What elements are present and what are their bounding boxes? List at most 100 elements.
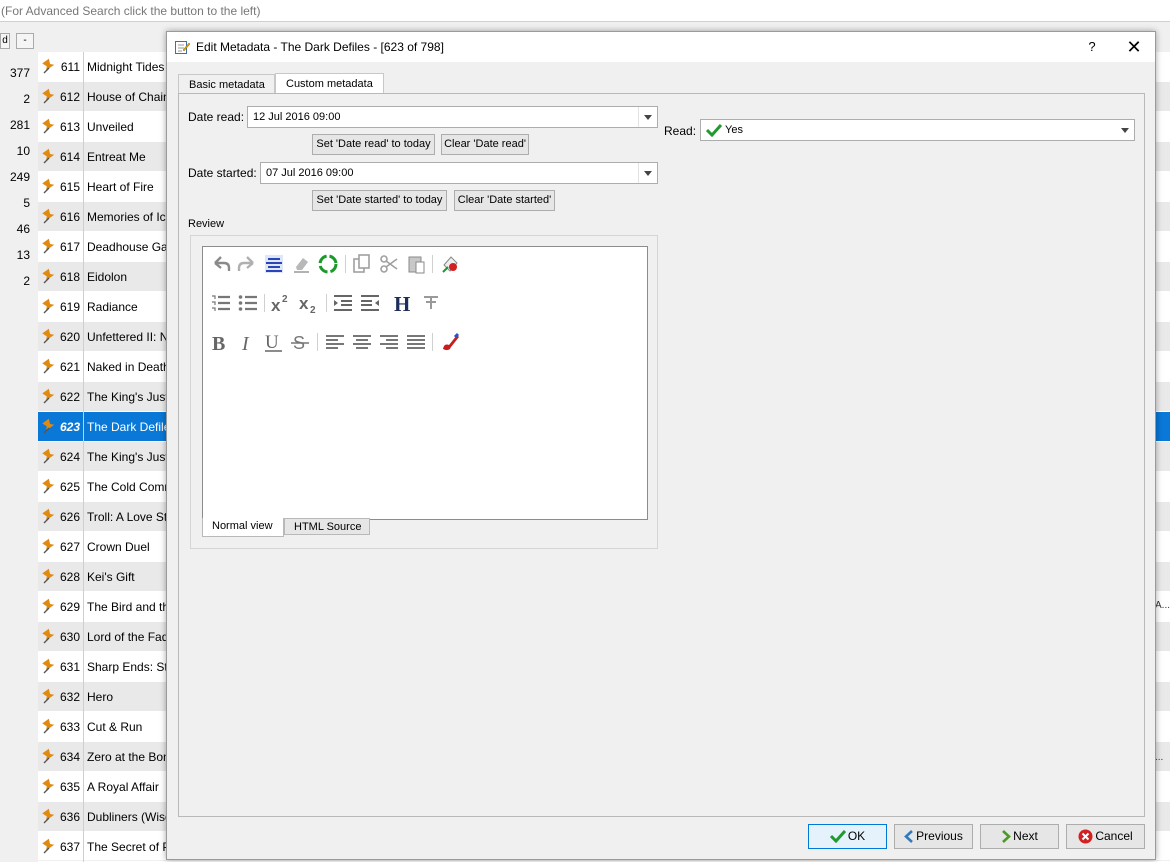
clear-formatting-icon[interactable] <box>439 253 461 275</box>
advanced-search-button[interactable]: d <box>0 33 10 49</box>
chevron-down-icon[interactable] <box>1116 120 1134 140</box>
numbered-list-icon[interactable] <box>210 292 232 314</box>
book-title: Unveiled <box>87 120 134 134</box>
undo-icon[interactable] <box>210 253 232 275</box>
column-divider <box>83 412 84 442</box>
column-divider <box>83 172 84 202</box>
svg-text:H: H <box>394 292 410 314</box>
cancel-label: Cancel <box>1095 829 1133 843</box>
book-title: Dubliners (Wisehouse <box>87 810 167 824</box>
ok-label: OK <box>847 829 866 843</box>
chevron-down-icon[interactable] <box>638 163 657 183</box>
next-label: Next <box>1013 829 1038 843</box>
row-number: 635 <box>59 780 80 794</box>
row-number: 629 <box>59 600 80 614</box>
tab-custom-metadata[interactable]: Custom metadata <box>275 73 384 95</box>
paragraph-style-icon[interactable] <box>420 292 442 314</box>
clear-date-started-button[interactable]: Clear 'Date started' <box>454 190 555 211</box>
clear-date-read-button[interactable]: Clear 'Date read' <box>441 134 529 155</box>
column-divider <box>83 832 84 862</box>
redo-icon[interactable] <box>236 253 258 275</box>
tab-basic-metadata[interactable]: Basic metadata <box>178 74 275 94</box>
dialog-title: Edit Metadata - The Dark Defiles - [623 … <box>196 40 444 54</box>
underline-icon[interactable]: U <box>263 331 285 353</box>
count-value: 249 <box>9 170 30 184</box>
search-input[interactable]: (For Advanced Search click the button to… <box>0 0 1170 22</box>
column-divider <box>83 712 84 742</box>
tab-normal-view[interactable]: Normal view <box>202 518 284 537</box>
book-title: Naked in Death <box>87 360 167 374</box>
row-number: 632 <box>59 690 80 704</box>
toolbar-separator <box>326 294 327 312</box>
strikethrough-icon[interactable]: S <box>290 331 312 353</box>
date-read-field[interactable]: 12 Jul 2016 09:00 <box>247 106 658 128</box>
tab-html-source[interactable]: HTML Source <box>284 518 370 535</box>
svg-text:x: x <box>299 294 309 313</box>
book-title: Radiance <box>87 300 138 314</box>
eraser-icon[interactable] <box>290 253 312 275</box>
read-field[interactable]: Yes <box>700 119 1135 141</box>
dialog-titlebar: Edit Metadata - The Dark Defiles - [623 … <box>167 32 1155 62</box>
justify-icon[interactable] <box>405 331 427 353</box>
book-title: Entreat Me <box>87 150 146 164</box>
previous-button[interactable]: Previous <box>894 824 973 849</box>
set-date-started-today-button[interactable]: Set 'Date started' to today <box>312 190 447 211</box>
row-number: 624 <box>59 450 80 464</box>
copy-icon[interactable] <box>351 253 373 275</box>
row-number: 617 <box>59 240 80 254</box>
review-label: Review <box>188 218 225 230</box>
align-left-icon[interactable] <box>324 331 346 353</box>
row-number: 615 <box>59 180 80 194</box>
book-title: Kei's Gift <box>87 570 135 584</box>
paste-icon[interactable] <box>405 253 427 275</box>
check-icon <box>706 123 722 137</box>
close-button[interactable]: ✕ <box>1119 32 1149 62</box>
row-number: 611 <box>60 60 80 74</box>
next-button[interactable]: Next <box>980 824 1059 849</box>
align-right-icon[interactable] <box>378 331 400 353</box>
outdent-icon[interactable] <box>359 292 381 314</box>
book-title: Heart of Fire <box>87 180 154 194</box>
text-color-icon[interactable] <box>439 331 461 353</box>
date-started-field[interactable]: 07 Jul 2016 09:00 <box>260 162 658 184</box>
svg-text:2: 2 <box>310 305 316 314</box>
book-title: Sharp Ends: Stories <box>87 660 167 674</box>
cancel-button[interactable]: Cancel <box>1066 824 1145 849</box>
book-title: Lord of the Fading <box>87 630 167 644</box>
row-number: 625 <box>59 480 80 494</box>
count-value: 281 <box>9 118 30 132</box>
cut-icon[interactable] <box>378 253 400 275</box>
truncated-cell: A... <box>1155 600 1170 611</box>
toolbar-separator <box>432 255 433 273</box>
select-all-icon[interactable] <box>263 253 285 275</box>
column-divider <box>83 742 84 772</box>
bullet-list-icon[interactable] <box>237 292 259 314</box>
column-divider <box>83 262 84 292</box>
collapse-button[interactable]: - <box>16 33 34 49</box>
book-title: The King's Justice <box>87 390 167 404</box>
chevron-left-icon <box>904 830 914 844</box>
align-center-icon[interactable] <box>351 331 373 353</box>
set-date-read-today-button[interactable]: Set 'Date read' to today <box>312 134 435 155</box>
ok-button[interactable]: OK <box>808 824 887 849</box>
superscript-icon[interactable]: x2 <box>270 292 292 314</box>
book-title: A Royal Affair <box>87 780 159 794</box>
indent-icon[interactable] <box>332 292 354 314</box>
book-title: Zero at the Bone <box>87 750 167 764</box>
book-title: Deadhouse Gates <box>87 240 167 254</box>
recycle-icon[interactable] <box>317 253 339 275</box>
check-icon <box>829 830 846 844</box>
book-title: The Dark Defiles <box>87 420 167 434</box>
review-editor[interactable]: x2 x2 H B I U S <box>202 246 648 520</box>
chevron-right-icon <box>1002 830 1012 844</box>
heading-icon[interactable]: H <box>393 292 415 314</box>
subscript-icon[interactable]: x2 <box>298 292 320 314</box>
column-divider <box>83 592 84 622</box>
bold-icon[interactable]: B <box>210 331 232 353</box>
chevron-down-icon[interactable] <box>638 107 657 127</box>
help-button[interactable]: ? <box>1077 32 1107 62</box>
row-number: 631 <box>59 660 80 674</box>
italic-icon[interactable]: I <box>237 331 259 353</box>
edit-note-icon <box>175 41 190 54</box>
column-divider <box>83 472 84 502</box>
